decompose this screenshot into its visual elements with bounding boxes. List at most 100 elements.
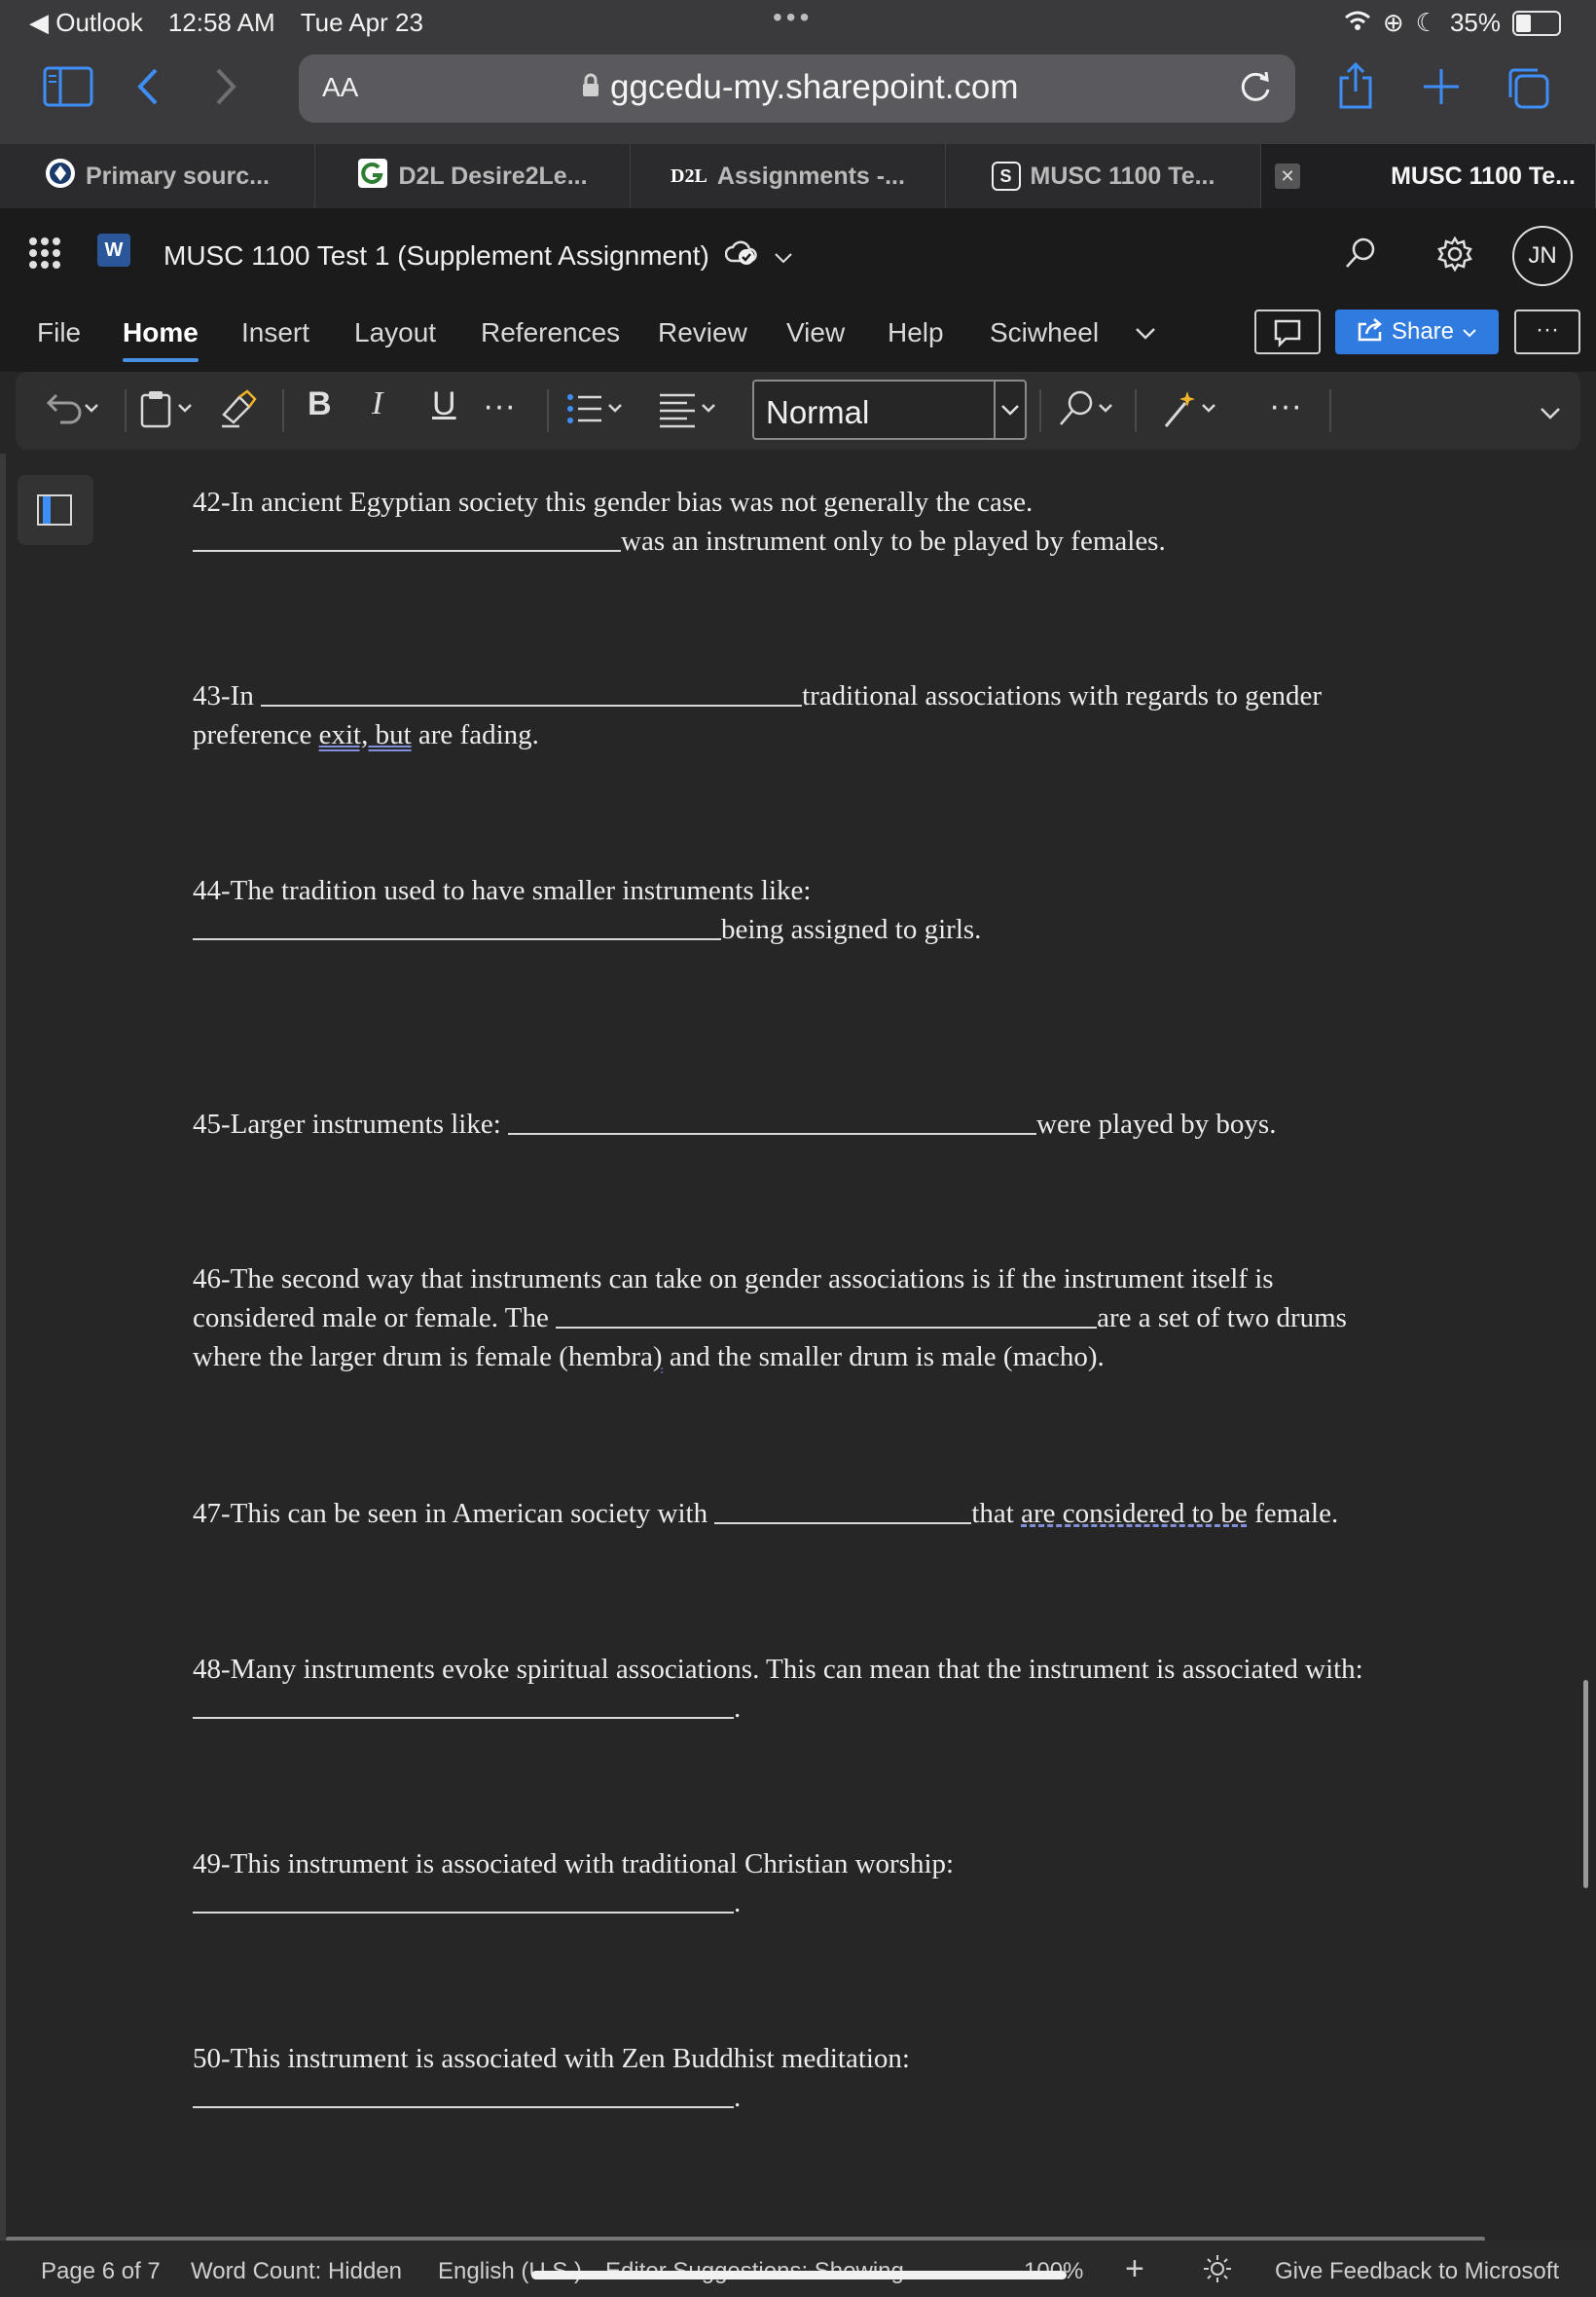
tab-review[interactable]: Review: [658, 317, 747, 348]
tab-primary-sources[interactable]: Primary sourc...: [0, 144, 315, 208]
answer-blank-49[interactable]: [193, 1884, 734, 1914]
multitasking-dots-icon[interactable]: •••: [773, 2, 813, 33]
home-indicator: [531, 2271, 1067, 2279]
chevron-down-icon[interactable]: [994, 382, 1025, 438]
vertical-scrollbar[interactable]: [1583, 1680, 1588, 1888]
tab-label: MUSC 1100 Te...: [1030, 162, 1215, 190]
bullet-list-icon[interactable]: [564, 387, 633, 436]
share-label: Share: [1391, 318, 1455, 345]
tab-layout[interactable]: Layout: [354, 317, 436, 348]
tab-sciwheel[interactable]: Sciwheel: [990, 317, 1099, 348]
left-page-edge: [0, 454, 6, 2241]
period: .: [734, 1693, 742, 1724]
tab-overview-icon[interactable]: [1505, 64, 1551, 118]
question-45: 45-Larger instruments like: were played …: [193, 1105, 1399, 1144]
user-avatar[interactable]: JN: [1512, 226, 1573, 286]
tab-home[interactable]: Home: [123, 317, 199, 362]
question-47-suffix-b: female.: [1254, 1498, 1339, 1529]
underline-button[interactable]: U: [432, 387, 456, 420]
answer-blank-46[interactable]: [556, 1299, 1098, 1329]
clock: 12:58 AM: [167, 8, 275, 37]
battery-icon: [1512, 10, 1561, 36]
share-button[interactable]: Share: [1335, 310, 1499, 354]
question-50-line1: 50-This instrument is associated with Ze…: [193, 2043, 910, 2074]
share-arrow-icon: [1357, 316, 1384, 348]
answer-blank-45[interactable]: [508, 1106, 1037, 1135]
tab-d2l-desire2learn[interactable]: D2L Desire2Le...: [315, 144, 631, 208]
answer-blank-47[interactable]: [714, 1495, 972, 1524]
give-feedback-link[interactable]: Give Feedback to Microsoft: [1275, 2258, 1559, 2285]
question-46-line3-end: and the smaller drum is male (macho).: [669, 1341, 1105, 1372]
question-42: 42-In ancient Egyptian society this gend…: [193, 483, 1399, 561]
question-46-line1: 46-The second way that instruments can t…: [193, 1263, 1274, 1294]
italic-button[interactable]: I: [372, 387, 382, 420]
tab-musc-sharepoint[interactable]: S MUSC 1100 Te...: [946, 144, 1261, 208]
expand-ribbon-chevron-icon[interactable]: [1540, 393, 1561, 426]
new-tab-plus-icon[interactable]: [1421, 66, 1462, 114]
answer-blank-44[interactable]: [193, 911, 721, 940]
reload-icon[interactable]: [1237, 68, 1274, 110]
answer-blank-42[interactable]: [193, 523, 621, 552]
tab-file[interactable]: File: [37, 317, 81, 348]
question-44-line1: 44-The tradition used to have smaller in…: [193, 875, 812, 906]
tab-label: Primary sourc...: [86, 162, 270, 190]
text-size-button[interactable]: AA: [322, 72, 358, 103]
date: Tue Apr 23: [300, 8, 423, 37]
search-icon[interactable]: [1343, 236, 1378, 275]
refinement-flag[interactable]: are considered to be: [1021, 1498, 1248, 1529]
tab-view[interactable]: View: [786, 317, 845, 348]
format-painter-icon[interactable]: [218, 387, 259, 436]
undo-icon[interactable]: [43, 387, 103, 436]
address-bar[interactable]: AA ggcedu-my.sharepoint.com: [299, 55, 1295, 123]
grammar-flag[interactable]: ): [653, 1341, 663, 1372]
question-42-line2: was an instrument only to be played by f…: [621, 526, 1166, 557]
navigation-pane-icon: [37, 494, 72, 526]
more-options-button[interactable]: ···: [1514, 310, 1580, 354]
more-commands-button[interactable]: ···: [1269, 389, 1302, 422]
editor-wand-icon[interactable]: [1160, 387, 1228, 436]
style-dropdown[interactable]: Normal: [752, 380, 1027, 440]
word-count[interactable]: Word Count: Hidden: [191, 2258, 402, 2285]
tab-insert[interactable]: Insert: [241, 317, 309, 348]
answer-blank-43[interactable]: [261, 677, 803, 707]
battery-percent: 35%: [1449, 8, 1501, 37]
navigation-pane-button[interactable]: [18, 475, 93, 545]
more-font-options-button[interactable]: ···: [483, 389, 516, 422]
word-status-bar: Page 6 of 7 Word Count: Hidden English (…: [0, 2241, 1596, 2297]
settings-gear-icon[interactable]: [1436, 236, 1473, 277]
find-search-icon[interactable]: [1057, 387, 1125, 436]
tab-help[interactable]: Help: [888, 317, 944, 348]
comments-button[interactable]: [1254, 310, 1321, 354]
forward-chevron-icon[interactable]: [212, 66, 239, 114]
page-indicator[interactable]: Page 6 of 7: [41, 2258, 161, 2285]
d2l-icon: [357, 158, 388, 196]
brightness-icon[interactable]: [1203, 2254, 1232, 2290]
question-44: 44-The tradition used to have smaller in…: [193, 871, 1399, 949]
question-50: 50-This instrument is associated with Ze…: [193, 2039, 1399, 2117]
app-launcher-icon[interactable]: [29, 237, 60, 269]
close-tab-icon[interactable]: ✕: [1275, 164, 1300, 189]
tab-assignments[interactable]: D2L Assignments -...: [631, 144, 946, 208]
back-to-app-link[interactable]: ◀ Outlook: [29, 8, 143, 38]
question-44-line2: being assigned to girls.: [721, 914, 982, 945]
question-43-prefix: 43-In: [193, 680, 254, 711]
tab-references[interactable]: References: [481, 317, 620, 348]
share-icon[interactable]: [1335, 61, 1376, 118]
tab-musc-active[interactable]: ✕ MUSC 1100 Te...: [1261, 144, 1596, 208]
zoom-in-button[interactable]: +: [1125, 2250, 1144, 2288]
sidebar-toggle-icon[interactable]: [43, 66, 93, 114]
bold-button[interactable]: B: [308, 387, 332, 420]
paste-clipboard-icon[interactable]: [136, 387, 199, 436]
align-left-icon[interactable]: [658, 387, 726, 436]
document-title[interactable]: MUSC 1100 Test 1 (Supplement Assignment): [163, 237, 793, 273]
more-tabs-chevron-icon[interactable]: [1135, 327, 1156, 346]
answer-blank-48[interactable]: [193, 1690, 734, 1719]
question-49-line1: 49-This instrument is associated with tr…: [193, 1848, 955, 1879]
chevron-down-icon[interactable]: [774, 240, 793, 272]
ribbon-command-bar: B I U ··· Normal ···: [16, 372, 1580, 450]
back-chevron-icon[interactable]: [134, 66, 162, 114]
question-46-line2-start: considered male or female. The: [193, 1302, 549, 1333]
grammar-flag[interactable]: exit, but: [319, 719, 412, 750]
answer-blank-50[interactable]: [193, 2079, 734, 2108]
tab-label: Assignments -...: [716, 162, 905, 190]
